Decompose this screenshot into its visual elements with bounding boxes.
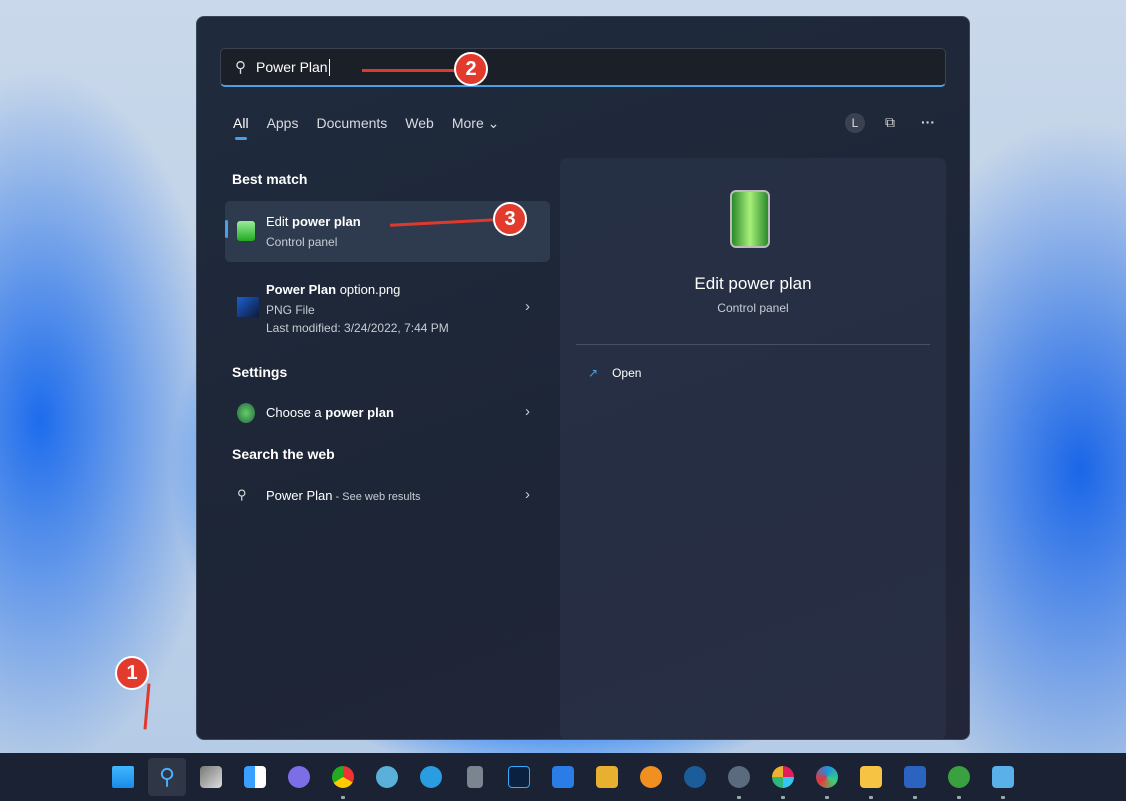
app-f-icon[interactable] xyxy=(548,762,578,792)
result-web-search[interactable]: ⚲ Power Plan - See web results › xyxy=(225,478,550,514)
word-icon[interactable] xyxy=(900,762,930,792)
app-viewer-icon[interactable] xyxy=(592,762,622,792)
chevron-right-icon[interactable]: › xyxy=(525,403,530,420)
search-icon: ⚲ xyxy=(235,58,246,76)
calculator-icon[interactable] xyxy=(460,762,490,792)
search-taskbar-icon[interactable]: ⚲ xyxy=(148,758,186,796)
power-options-icon xyxy=(237,403,255,423)
tab-all[interactable]: All xyxy=(233,115,249,132)
tab-documents[interactable]: Documents xyxy=(316,115,387,132)
telegram-icon[interactable] xyxy=(416,762,446,792)
annotation-badge-2: 2 xyxy=(454,52,488,86)
task-view-icon[interactable] xyxy=(196,762,226,792)
preview-pane: Edit power plan Control panel ↗ Open xyxy=(560,158,946,739)
start-search-panel: ⚲ Power Plan All Apps Documents Web More… xyxy=(196,16,970,740)
teams-chat-icon[interactable] xyxy=(284,762,314,792)
slack-icon[interactable] xyxy=(768,762,798,792)
preview-title: Edit power plan xyxy=(560,274,946,294)
control-panel-icon[interactable] xyxy=(988,762,1018,792)
xnview-icon[interactable] xyxy=(636,762,666,792)
start-icon[interactable] xyxy=(108,762,138,792)
annotation-badge-3: 3 xyxy=(493,202,527,236)
search-icon: ⚲ xyxy=(237,487,255,507)
edge-icon[interactable] xyxy=(812,762,842,792)
filter-tabs: All Apps Documents Web More ⌄ xyxy=(233,115,499,132)
file-type: PNG File xyxy=(266,303,315,317)
file-title: option.png xyxy=(336,282,400,297)
result-title: Edit xyxy=(266,214,292,229)
open-label: Open xyxy=(612,366,641,380)
divider xyxy=(576,344,930,345)
setting-title: Choose a xyxy=(266,405,325,420)
annotation-arrow-2 xyxy=(362,69,456,72)
account-avatar[interactable]: L xyxy=(845,113,865,133)
search-input[interactable]: ⚲ Power Plan xyxy=(220,48,946,87)
tab-web[interactable]: Web xyxy=(405,115,434,132)
result-subtitle: Control panel xyxy=(266,235,337,249)
annotation-badge-1: 1 xyxy=(115,656,149,690)
app-green-icon[interactable] xyxy=(944,762,974,792)
setting-title-bold: power plan xyxy=(325,405,394,420)
web-suffix: - See web results xyxy=(332,491,420,503)
settings-heading: Settings xyxy=(232,364,287,380)
preview-subtitle: Control panel xyxy=(560,301,946,315)
share-icon[interactable]: ⧉ xyxy=(885,114,895,131)
result-choose-power-plan[interactable]: Choose a power plan › xyxy=(225,395,550,431)
photoshop-icon[interactable] xyxy=(504,762,534,792)
battery-large-icon xyxy=(730,190,770,248)
file-explorer-icon[interactable] xyxy=(856,762,886,792)
open-button[interactable]: ↗ Open xyxy=(588,366,641,380)
settings-icon[interactable] xyxy=(724,762,754,792)
web-query: Power Plan xyxy=(266,488,332,503)
chrome-icon[interactable] xyxy=(328,762,358,792)
search-input-value: Power Plan xyxy=(256,59,328,75)
result-png-file[interactable]: Power Plan option.png PNG File Last modi… xyxy=(225,273,550,341)
chevron-right-icon[interactable]: › xyxy=(525,486,530,503)
open-external-icon: ↗ xyxy=(588,366,598,380)
paint-icon[interactable] xyxy=(372,762,402,792)
taskbar: ⚲ xyxy=(0,753,1126,801)
file-title-bold: Power Plan xyxy=(266,282,336,297)
tab-more[interactable]: More ⌄ xyxy=(452,115,500,132)
file-modified: Last modified: 3/24/2022, 7:44 PM xyxy=(266,321,449,335)
result-title-bold: power plan xyxy=(292,214,361,229)
best-match-heading: Best match xyxy=(232,171,307,187)
search-web-heading: Search the web xyxy=(232,446,335,462)
tab-apps[interactable]: Apps xyxy=(267,115,299,132)
widgets-icon[interactable] xyxy=(240,762,270,792)
more-options-icon[interactable]: ··· xyxy=(921,114,935,130)
chevron-right-icon[interactable]: › xyxy=(525,298,530,315)
image-thumbnail-icon xyxy=(237,297,259,317)
battery-icon xyxy=(237,221,255,241)
steam-icon[interactable] xyxy=(680,762,710,792)
